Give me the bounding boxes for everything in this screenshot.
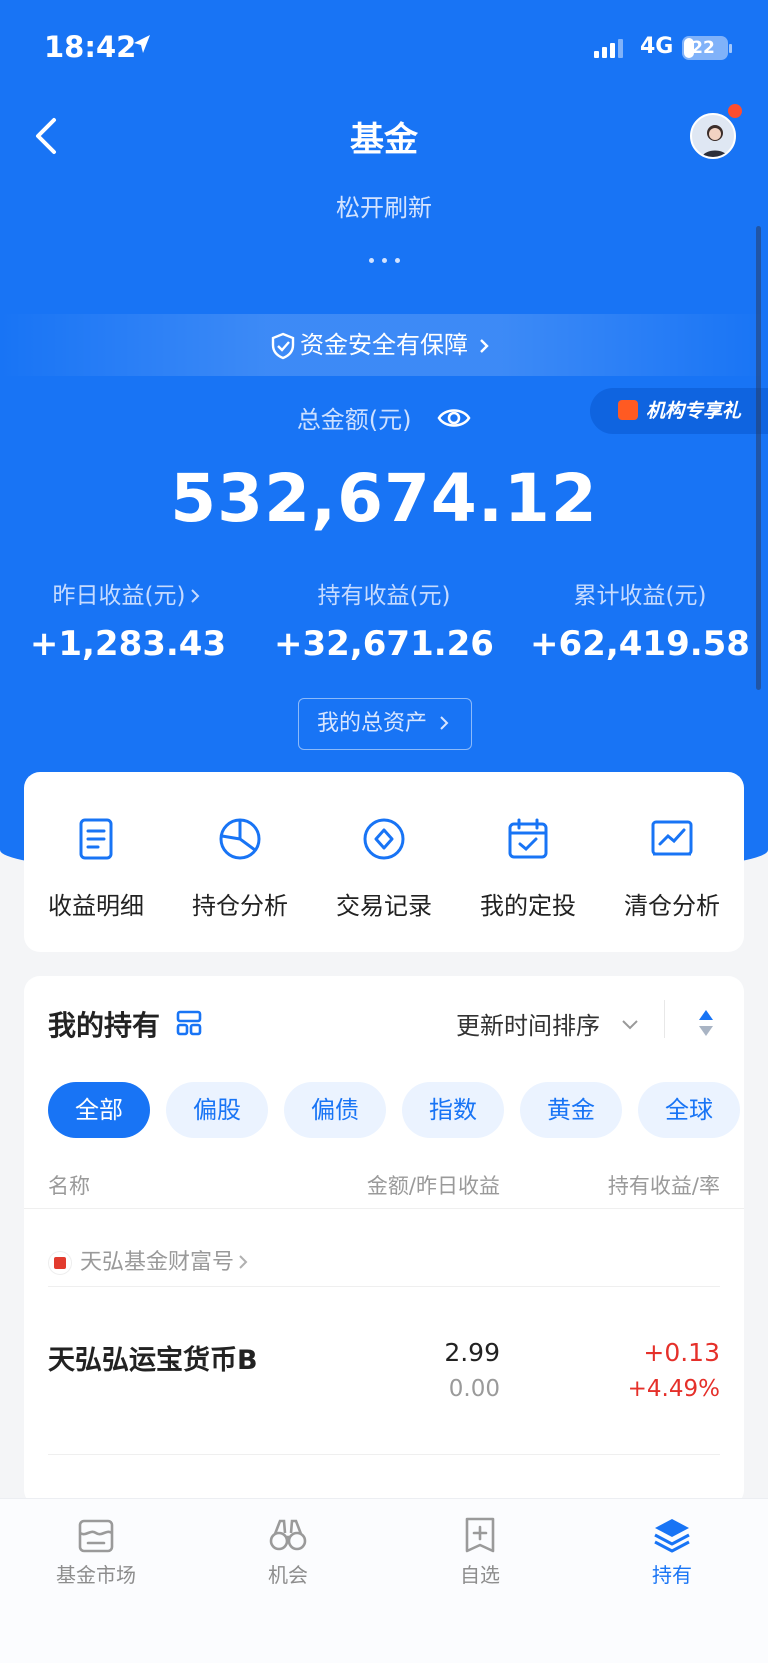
divider bbox=[48, 1454, 720, 1455]
stat-yesterday[interactable]: 昨日收益(元) +1,283.43 bbox=[0, 576, 256, 664]
sort-arrows-icon[interactable] bbox=[696, 1008, 716, 1038]
stat-cumulative: 累计收益(元) +62,419.58 bbox=[512, 576, 768, 664]
stat-cumulative-label: 累计收益(元) bbox=[573, 583, 707, 609]
tab-fund-market[interactable]: 基金市场 bbox=[0, 1515, 192, 1588]
fund-yesterday-profit: 0.00 bbox=[448, 1376, 500, 1402]
quick-actions-card: 收益明细 持仓分析 交易记录 我的定投 清仓分析 bbox=[24, 772, 744, 952]
calendar-check-icon bbox=[508, 818, 548, 859]
stat-yesterday-value: +1,283.43 bbox=[29, 624, 227, 664]
tab-label: 机会 bbox=[268, 1563, 308, 1587]
holdings-card: 我的持有 更新时间排序 全部 偏股 偏债 指数 黄金 全球 名称 金额/昨日收益… bbox=[24, 976, 744, 1506]
divider bbox=[24, 1208, 744, 1209]
notification-dot bbox=[728, 104, 742, 118]
tab-watchlist[interactable]: 自选 bbox=[384, 1515, 576, 1588]
company-link[interactable]: 天弘基金财富号 bbox=[48, 1244, 250, 1276]
status-bar: 18:42 4G 22 bbox=[0, 30, 768, 70]
pull-refresh-text: 松开刷新 bbox=[336, 194, 432, 222]
chevron-right-icon bbox=[191, 589, 200, 603]
total-amount-value: 532,674.12 bbox=[170, 460, 598, 537]
quick-action-clearance-analysis[interactable]: 清仓分析 bbox=[600, 816, 744, 921]
eye-icon[interactable] bbox=[437, 406, 471, 430]
fund-amount: 2.99 bbox=[444, 1338, 500, 1367]
binoculars-icon bbox=[269, 1519, 307, 1551]
filter-chip-gold[interactable]: 黄金 bbox=[520, 1082, 622, 1138]
column-header-name: 名称 bbox=[48, 1174, 90, 1198]
total-amount-label: 总金额(元) bbox=[0, 400, 768, 435]
stat-holding: 持有收益(元) +32,671.26 bbox=[256, 576, 512, 664]
chevron-right-icon bbox=[239, 1255, 248, 1269]
chevron-right-icon bbox=[480, 339, 489, 353]
quick-action-position-analysis[interactable]: 持仓分析 bbox=[168, 816, 312, 921]
page-title: 基金 bbox=[350, 120, 418, 160]
total-assets-label: 我的总资产 bbox=[316, 711, 427, 736]
loading-dots bbox=[0, 248, 768, 267]
quick-action-label: 清仓分析 bbox=[624, 892, 720, 920]
filter-chip-index[interactable]: 指数 bbox=[402, 1082, 504, 1138]
tab-label: 自选 bbox=[460, 1563, 500, 1587]
company-name: 天弘基金财富号 bbox=[80, 1250, 235, 1275]
total-assets-button[interactable]: 我的总资产 bbox=[298, 698, 472, 750]
divider bbox=[664, 1000, 665, 1038]
chevron-down-icon bbox=[622, 1020, 638, 1030]
filter-chip-equity[interactable]: 偏股 bbox=[166, 1082, 268, 1138]
grid-layout-icon[interactable] bbox=[176, 1010, 202, 1036]
quick-action-label: 交易记录 bbox=[336, 892, 432, 920]
column-header-amount: 金额/昨日收益 bbox=[366, 1174, 500, 1198]
scrollbar[interactable] bbox=[756, 226, 761, 690]
total-label-text: 总金额(元) bbox=[296, 406, 412, 434]
tab-holdings[interactable]: 持有 bbox=[576, 1515, 768, 1588]
filter-chip-bond[interactable]: 偏债 bbox=[284, 1082, 386, 1138]
divider bbox=[48, 1286, 720, 1287]
stat-cumulative-value: +62,419.58 bbox=[530, 624, 750, 664]
stat-holding-label: 持有收益(元) bbox=[317, 583, 451, 609]
location-arrow-icon bbox=[134, 35, 150, 53]
holdings-title: 我的持有 bbox=[48, 1009, 161, 1042]
quick-action-label: 我的定投 bbox=[480, 892, 576, 920]
battery-icon: 22 bbox=[682, 36, 728, 60]
pie-chart-icon bbox=[219, 818, 261, 860]
tab-opportunity[interactable]: 机会 bbox=[192, 1515, 384, 1588]
security-banner[interactable]: 资金安全有保障 bbox=[0, 314, 768, 376]
tab-label: 持有 bbox=[652, 1563, 692, 1587]
fund-holding-profit: +0.13 bbox=[643, 1338, 720, 1367]
fund-name: 天弘弘运宝货币B bbox=[48, 1345, 258, 1376]
status-time: 18:42 bbox=[44, 30, 137, 64]
add-bookmark-icon bbox=[465, 1517, 495, 1553]
quick-action-auto-invest[interactable]: 我的定投 bbox=[456, 816, 600, 921]
trend-chart-icon bbox=[651, 820, 693, 856]
quick-action-label: 持仓分析 bbox=[192, 892, 288, 920]
bottom-tab-bar: 基金市场 机会 自选 持有 bbox=[0, 1498, 768, 1663]
quick-action-label: 收益明细 bbox=[48, 892, 144, 920]
column-header-profit: 持有收益/率 bbox=[607, 1174, 720, 1198]
compass-icon bbox=[363, 818, 405, 860]
quick-action-transactions[interactable]: 交易记录 bbox=[312, 816, 456, 921]
filter-chip-all[interactable]: 全部 bbox=[48, 1082, 150, 1138]
stat-yesterday-label: 昨日收益(元) bbox=[52, 583, 186, 609]
fund-holding-rate: +4.49% bbox=[627, 1376, 720, 1402]
filter-chips: 全部 偏股 偏债 指数 黄金 全球 bbox=[48, 1082, 744, 1138]
avatar[interactable] bbox=[690, 113, 736, 159]
tab-label: 基金市场 bbox=[56, 1563, 136, 1587]
security-text: 资金安全有保障 bbox=[300, 331, 468, 359]
shield-check-icon bbox=[271, 332, 295, 360]
layers-icon bbox=[654, 1519, 690, 1553]
battery-tip bbox=[729, 44, 732, 53]
battery-level: 22 bbox=[691, 38, 715, 58]
quick-action-profit-detail[interactable]: 收益明细 bbox=[24, 816, 168, 921]
stat-holding-value: +32,671.26 bbox=[274, 624, 494, 664]
chevron-right-icon bbox=[440, 716, 449, 730]
store-icon bbox=[78, 1519, 114, 1553]
document-icon bbox=[79, 818, 113, 860]
network-type: 4G bbox=[640, 34, 674, 59]
company-logo-icon bbox=[48, 1251, 72, 1275]
filter-chip-global[interactable]: 全球 bbox=[638, 1082, 740, 1138]
signal-icon bbox=[594, 39, 623, 58]
sort-dropdown[interactable]: 更新时间排序 bbox=[456, 1006, 600, 1041]
